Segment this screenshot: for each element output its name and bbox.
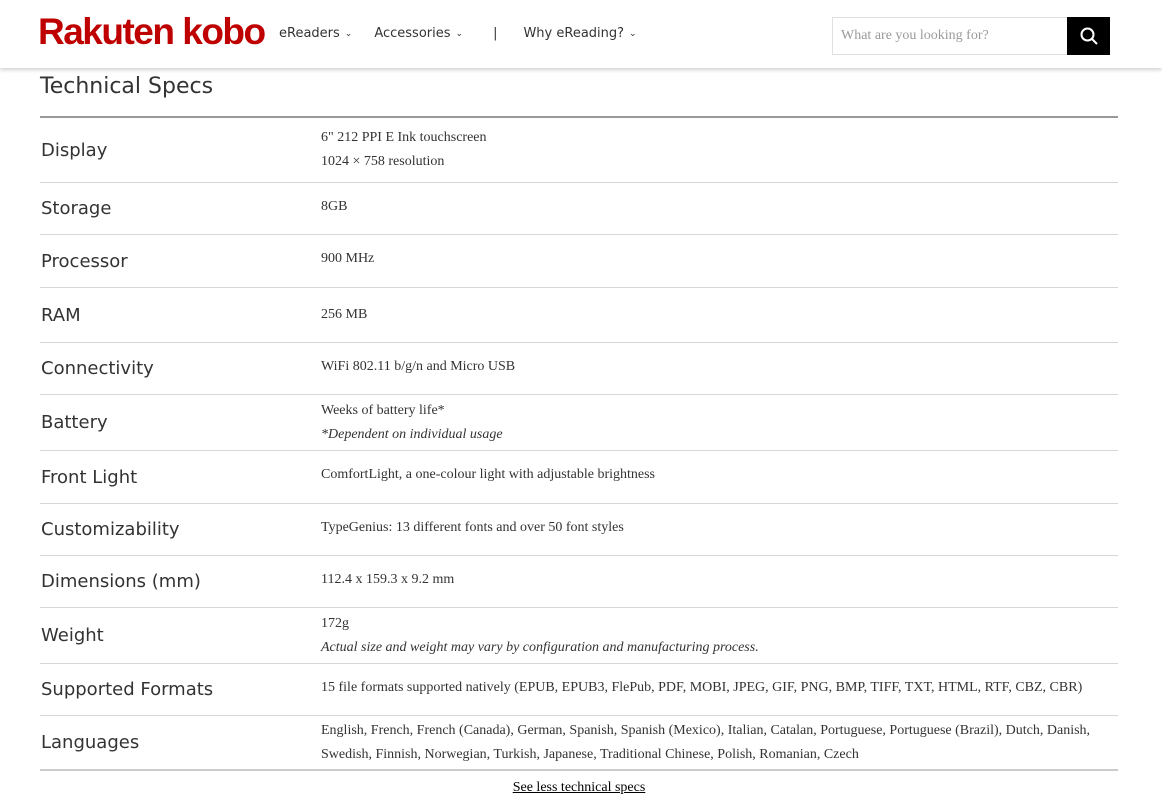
- spec-row-front-light: Front Light ComfortLight, a one-colour l…: [40, 451, 1118, 504]
- chevron-down-icon: ⌄: [344, 28, 353, 39]
- spec-label: Battery: [41, 412, 108, 433]
- spec-note: Actual size and weight may vary by confi…: [321, 639, 759, 655]
- spec-value: TypeGenius: 13 different fonts and over …: [321, 520, 624, 535]
- spec-value: ComfortLight, a one-colour light with ad…: [321, 467, 655, 482]
- nav-ereaders-label: eReaders: [279, 26, 340, 41]
- search-icon: [1080, 27, 1098, 45]
- spec-value: 15 file formats supported natively (EPUB…: [321, 680, 1083, 695]
- spec-row-display: Display 6" 212 PPI E Ink touchscreen 102…: [40, 118, 1118, 183]
- spec-value: 172g Actual size and weight may vary by …: [321, 612, 1118, 660]
- spec-value: English, French, French (Canada), German…: [321, 722, 1091, 762]
- nav-accessories-label: Accessories: [374, 26, 451, 41]
- spec-label: Display: [41, 139, 108, 161]
- spec-label: Customizability: [41, 519, 180, 540]
- spec-row-weight: Weight 172g Actual size and weight may v…: [40, 608, 1118, 664]
- spec-label: Front Light: [41, 466, 138, 488]
- spec-value: 8GB: [321, 199, 348, 214]
- spec-value-line: 6" 212 PPI E Ink touchscreen: [321, 130, 487, 145]
- spec-value-line: 172g: [321, 615, 349, 631]
- spec-label: Supported Formats: [41, 679, 214, 700]
- main-nav: eReaders ⌄ Accessories ⌄ | Why eReading?…: [279, 26, 659, 41]
- chevron-down-icon: ⌄: [455, 28, 464, 39]
- spec-value: WiFi 802.11 b/g/n and Micro USB: [321, 359, 516, 374]
- spec-value: 112.4 x 159.3 x 9.2 mm: [321, 572, 455, 587]
- spec-label: Dimensions (mm): [41, 571, 201, 592]
- spec-value: Weeks of battery life* *Dependent on ind…: [321, 399, 1118, 447]
- page-title: Technical Specs: [40, 74, 214, 99]
- spec-row-battery: Battery Weeks of battery life* *Dependen…: [40, 395, 1118, 451]
- spec-row-connectivity: Connectivity WiFi 802.11 b/g/n and Micro…: [40, 343, 1118, 395]
- spec-label: Storage: [41, 198, 112, 219]
- spec-row-ram: RAM 256 MB: [40, 288, 1118, 343]
- spec-label: Processor: [41, 250, 128, 272]
- see-less-specs-link[interactable]: See less technical specs: [0, 780, 1158, 796]
- spec-row-processor: Processor 900 MHz: [40, 235, 1118, 288]
- spec-label: Connectivity: [41, 358, 154, 379]
- search-box: [832, 17, 1110, 55]
- nav-ereaders[interactable]: eReaders ⌄: [279, 26, 352, 41]
- nav-divider: |: [493, 26, 498, 41]
- search-button[interactable]: [1067, 17, 1110, 55]
- spec-value-line: Weeks of battery life*: [321, 402, 445, 418]
- spec-value: 900 MHz: [321, 251, 375, 266]
- spec-note: *Dependent on individual usage: [321, 426, 503, 442]
- spec-label: Languages: [41, 732, 140, 753]
- spec-label: Weight: [41, 625, 104, 646]
- specs-table: Display 6" 212 PPI E Ink touchscreen 102…: [40, 116, 1118, 771]
- nav-accessories[interactable]: Accessories ⌄: [374, 26, 463, 41]
- nav-why-ereading[interactable]: Why eReading? ⌄: [523, 26, 636, 41]
- spec-label: RAM: [41, 304, 81, 326]
- spec-row-customizability: Customizability TypeGenius: 13 different…: [40, 504, 1118, 556]
- chevron-down-icon: ⌄: [629, 28, 637, 39]
- spec-row-dimensions: Dimensions (mm) 112.4 x 159.3 x 9.2 mm: [40, 556, 1118, 608]
- spec-value: 6" 212 PPI E Ink touchscreen 1024 × 758 …: [321, 126, 1118, 174]
- spec-row-languages: Languages English, French, French (Canad…: [40, 716, 1118, 769]
- spec-value: 256 MB: [321, 307, 368, 322]
- spec-value-line: 1024 × 758 resolution: [321, 154, 445, 169]
- spec-row-storage: Storage 8GB: [40, 183, 1118, 235]
- search-input[interactable]: [833, 18, 1069, 54]
- spec-row-supported-formats: Supported Formats 15 file formats suppor…: [40, 664, 1118, 716]
- nav-why-ereading-label: Why eReading?: [523, 26, 625, 41]
- rakuten-kobo-logo[interactable]: Rakuten kobo: [38, 10, 266, 54]
- site-header: Rakuten kobo eReaders ⌄ Accessories ⌄ | …: [0, 0, 1162, 68]
